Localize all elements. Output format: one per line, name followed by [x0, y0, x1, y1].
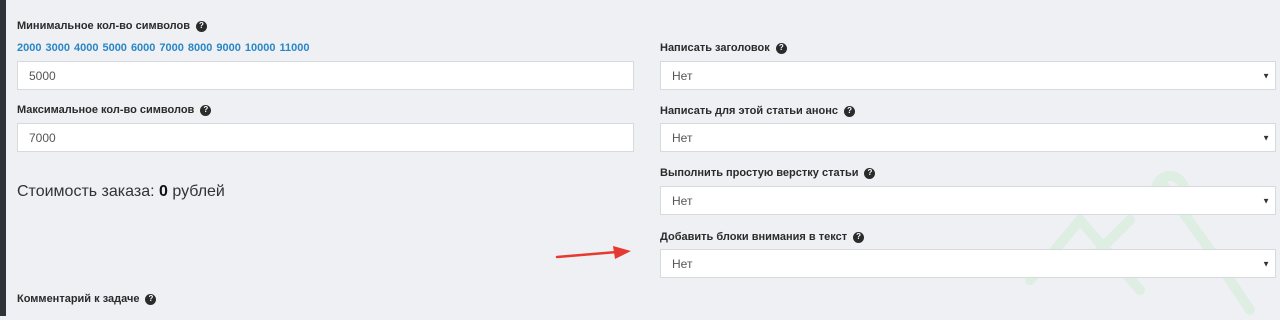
- question-circle-icon[interactable]: ?: [200, 104, 212, 116]
- preset-8000[interactable]: 8000: [188, 42, 212, 54]
- max-chars-input[interactable]: 7000: [17, 123, 634, 152]
- min-chars-label-text: Минимальное кол-во символов: [17, 20, 190, 32]
- min-chars-input[interactable]: 5000: [17, 61, 634, 90]
- option-layout-label-text: Выполнить простую верстку статьи: [660, 167, 859, 179]
- min-chars-label: Минимальное кол-во символов ?: [17, 20, 207, 32]
- option-attention-label-text: Добавить блоки внимания в текст: [660, 231, 848, 243]
- caret-down-icon: ▼: [1262, 259, 1270, 268]
- option-attention-select[interactable]: Нет ▼: [660, 249, 1276, 278]
- red-arrow-annotation: [555, 246, 631, 259]
- question-circle-icon[interactable]: ?: [864, 167, 876, 179]
- comment-label: Комментарий к задаче ?: [17, 293, 157, 305]
- option-attention-value: Нет: [672, 256, 693, 271]
- option-announce-label-text: Написать для этой статьи анонс: [660, 105, 839, 117]
- caret-down-icon: ▼: [1262, 133, 1270, 142]
- preset-9000[interactable]: 9000: [216, 42, 240, 54]
- preset-11000[interactable]: 11000: [279, 42, 309, 54]
- price-prefix: Стоимость заказа:: [17, 183, 155, 200]
- option-layout-value: Нет: [672, 193, 693, 208]
- comment-label-text: Комментарий к задаче: [17, 293, 140, 305]
- question-circle-icon[interactable]: ?: [775, 42, 787, 54]
- preset-6000[interactable]: 6000: [131, 42, 155, 54]
- option-attention-label: Добавить блоки внимания в текст ?: [660, 231, 865, 243]
- watermark-icon: [1025, 171, 1255, 315]
- preset-5000[interactable]: 5000: [102, 42, 126, 54]
- preset-10000[interactable]: 10000: [245, 42, 276, 54]
- caret-down-icon: ▼: [1262, 196, 1270, 205]
- option-layout-label: Выполнить простую верстку статьи ?: [660, 167, 876, 179]
- question-circle-icon[interactable]: ?: [195, 20, 207, 32]
- order-price: Стоимость заказа: 0 рублей: [17, 183, 225, 201]
- max-chars-label-text: Максимальное кол-во символов: [17, 104, 195, 116]
- preset-4000[interactable]: 4000: [74, 42, 98, 54]
- option-layout-select[interactable]: Нет ▼: [660, 186, 1276, 215]
- min-chars-value: 5000: [29, 68, 56, 83]
- option-announce-value: Нет: [672, 130, 693, 145]
- left-border: [0, 0, 6, 316]
- price-amount: 0: [158, 183, 168, 200]
- option-title-label-text: Написать заголовок: [660, 42, 770, 54]
- question-circle-icon[interactable]: ?: [145, 293, 157, 305]
- price-suffix: рублей: [172, 183, 225, 200]
- question-circle-icon[interactable]: ?: [853, 231, 865, 243]
- max-chars-value: 7000: [29, 130, 56, 145]
- option-title-value: Нет: [672, 68, 693, 83]
- option-announce-select[interactable]: Нет ▼: [660, 123, 1276, 152]
- max-chars-label: Максимальное кол-во символов ?: [17, 104, 212, 116]
- question-circle-icon[interactable]: ?: [844, 105, 856, 117]
- caret-down-icon: ▼: [1262, 71, 1270, 80]
- min-chars-presets: 2000 3000 4000 5000 6000 7000 8000 9000 …: [17, 42, 309, 54]
- option-title-label: Написать заголовок ?: [660, 42, 787, 54]
- option-title-select[interactable]: Нет ▼: [660, 61, 1276, 90]
- option-announce-label: Написать для этой статьи анонс ?: [660, 105, 856, 117]
- preset-3000[interactable]: 3000: [45, 42, 69, 54]
- preset-2000[interactable]: 2000: [17, 42, 41, 54]
- preset-7000[interactable]: 7000: [159, 42, 183, 54]
